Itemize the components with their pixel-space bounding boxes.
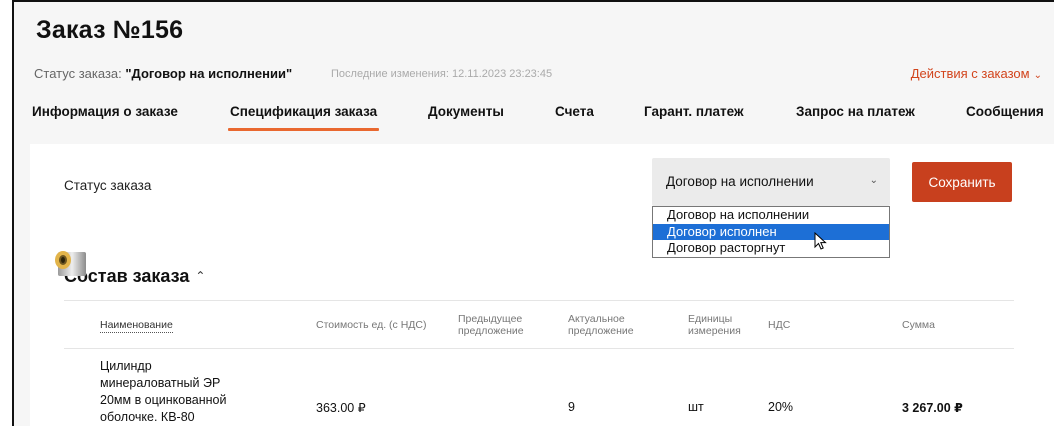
tab-documents[interactable]: Документы [428,104,504,119]
status-field-label: Статус заказа [64,178,152,193]
tab-specification[interactable]: Спецификация заказа [227,104,380,131]
product-vat: 20% [768,400,794,414]
product-units: шт [688,400,704,414]
status-select-value: Договор на исполнении [666,174,814,189]
order-page: Заказ №156 Статус заказа: "Договор на ис… [12,0,1054,426]
chevron-down-icon: ⌄ [869,175,878,186]
tab-guarantee-payment[interactable]: Гарант. платеж [644,104,744,119]
status-dropdown-list: Договор на исполнении Договор исполнен Д… [652,206,890,258]
status-option-completed[interactable]: Договор исполнен [653,223,889,240]
last-changes-text: Последние изменения: 12.11.2023 23:23:45 [331,68,553,80]
order-actions-menu[interactable]: Действия с заказом ⌄ [911,66,1042,81]
tab-bar: Информация о заказе Спецификация заказа … [14,100,1054,131]
status-option-in-progress[interactable]: Договор на исполнении [653,207,889,224]
column-header-actual-offer: Актуальное предложение [568,313,634,337]
status-prefix: Статус заказа: [34,66,126,81]
column-header-name[interactable]: Наименование [100,319,173,333]
tab-invoices[interactable]: Счета [555,104,594,119]
product-sum: 3 267.00 ₽ [902,401,963,415]
product-thumbnail [55,251,86,276]
tab-messages[interactable]: Сообщения [966,104,1044,119]
column-header-unit-price: Стоимость ед. (с НДС) [316,319,427,331]
save-button[interactable]: Сохранить [912,162,1012,202]
divider [64,348,1014,349]
chevron-down-icon: ⌄ [1033,70,1042,81]
product-actual-offer: 9 [568,400,575,414]
specification-card: Статус заказа Договор на исполнении ⌄ Со… [30,144,1054,426]
column-header-prev-offer: Предыдущее предложение [458,313,524,337]
divider [64,300,1014,301]
page-title: Заказ №156 [36,16,184,44]
status-option-terminated[interactable]: Договор расторгнут [653,240,889,257]
column-header-sum: Сумма [902,319,935,331]
tab-order-info[interactable]: Информация о заказе [32,104,178,119]
tab-payment-request[interactable]: Запрос на платеж [796,104,915,119]
column-header-vat: НДС [768,319,791,331]
order-header: Заказ №156 Статус заказа: "Договор на ис… [14,2,1054,132]
product-name[interactable]: Цилиндр минераловатный ЭР 20мм в оцинков… [100,358,250,426]
column-header-units: Единицы измерения [688,313,741,337]
status-value: "Договор на исполнении" [125,66,293,81]
product-unit-price: 363.00 ₽ [316,401,366,415]
status-select[interactable]: Договор на исполнении ⌄ [652,158,890,206]
mouse-pointer-icon [814,232,827,250]
chevron-up-icon: ⌃ [195,269,206,283]
order-actions-label: Действия с заказом [910,66,1030,81]
order-status-line: Статус заказа: "Договор на исполнении" [34,66,292,81]
